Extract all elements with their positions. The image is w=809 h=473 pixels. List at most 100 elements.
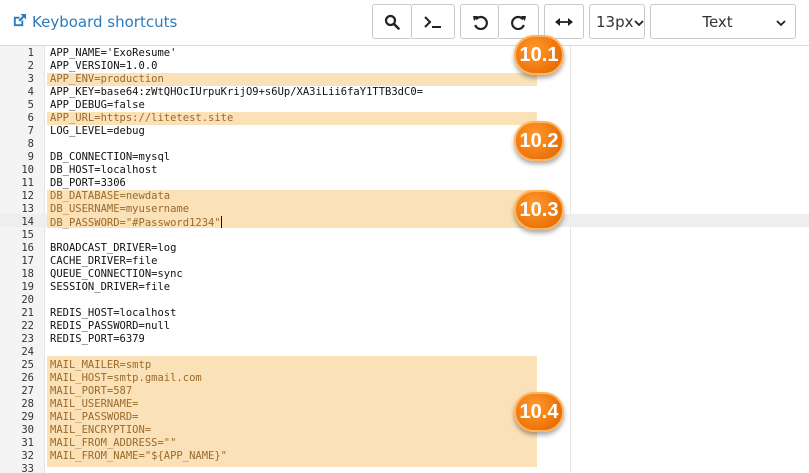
line-text: REDIS_PASSWORD=null bbox=[50, 320, 171, 332]
line-text: BROADCAST_DRIVER=log bbox=[50, 242, 177, 254]
line-text: APP_KEY=base64:zWtQHOcIUrpuKrijO9+s6Up/X… bbox=[50, 86, 423, 98]
code-line[interactable]: 28 MAIL_USERNAME= bbox=[0, 398, 560, 411]
keyboard-shortcuts-label: Keyboard shortcuts bbox=[32, 13, 178, 31]
code-line[interactable]: 1 APP_NAME='ExoResume' bbox=[0, 47, 560, 60]
undo-icon bbox=[472, 14, 488, 30]
undo-button[interactable] bbox=[460, 4, 499, 39]
wrap-icon bbox=[555, 16, 573, 28]
line-text: APP_DEBUG=false bbox=[50, 99, 145, 111]
line-text: DB_DATABASE=newdata bbox=[50, 190, 171, 202]
line-text: MAIL_PASSWORD= bbox=[50, 411, 139, 423]
line-text: APP_ENV=production bbox=[50, 73, 164, 85]
code-line[interactable]: 25 MAIL_MAILER=smtp bbox=[0, 359, 560, 372]
terminal-button[interactable] bbox=[412, 4, 455, 39]
wrap-toggle-button[interactable] bbox=[544, 4, 584, 39]
code-line[interactable]: 9 DB_CONNECTION=mysql bbox=[0, 151, 560, 164]
code-line[interactable]: 18 QUEUE_CONNECTION=sync bbox=[0, 268, 560, 281]
keyboard-shortcuts-link[interactable]: Keyboard shortcuts bbox=[12, 12, 177, 32]
code-line[interactable]: 7 LOG_LEVEL=debug bbox=[0, 125, 560, 138]
line-number: 11 bbox=[21, 177, 34, 189]
line-number: 5 bbox=[27, 99, 34, 111]
line-text: DB_HOST=localhost bbox=[50, 164, 158, 176]
code-line[interactable]: 20 bbox=[0, 294, 560, 307]
search-button[interactable] bbox=[372, 4, 412, 39]
redo-button[interactable] bbox=[499, 4, 539, 39]
line-number: 23 bbox=[21, 333, 34, 345]
line-number: 25 bbox=[21, 359, 34, 371]
line-number: 8 bbox=[27, 138, 34, 150]
code-line[interactable]: 23 REDIS_PORT=6379 bbox=[0, 333, 560, 346]
code-line[interactable]: 32 MAIL_FROM_NAME="${APP_NAME}" bbox=[0, 450, 560, 463]
code-line[interactable]: 24 bbox=[0, 346, 560, 359]
line-text: LOG_LEVEL=debug bbox=[50, 125, 145, 137]
line-number: 2 bbox=[27, 60, 34, 72]
code-line[interactable]: 33 bbox=[0, 463, 560, 473]
code-line[interactable]: 3 APP_ENV=production bbox=[0, 73, 560, 86]
font-size-value: 13px bbox=[596, 12, 634, 31]
line-number: 26 bbox=[21, 372, 34, 384]
line-number: 29 bbox=[21, 411, 34, 423]
code-line[interactable]: 26 MAIL_HOST=smtp.gmail.com bbox=[0, 372, 560, 385]
code-line[interactable]: 12 DB_DATABASE=newdata bbox=[0, 190, 560, 203]
mode-select[interactable]: Text bbox=[650, 4, 796, 39]
code-line[interactable]: 29 MAIL_PASSWORD= bbox=[0, 411, 560, 424]
badge-10-3: 10.3 bbox=[514, 190, 564, 230]
line-text: APP_URL=https://litetest.site bbox=[50, 112, 234, 124]
line-text: APP_VERSION=1.0.0 bbox=[50, 60, 158, 72]
line-text: DB_PASSWORD="#Password1234" bbox=[50, 216, 222, 229]
line-number: 19 bbox=[21, 281, 34, 293]
line-text: MAIL_FROM_NAME="${APP_NAME}" bbox=[50, 450, 228, 462]
code-line[interactable]: 21 REDIS_HOST=localhost bbox=[0, 307, 560, 320]
code-line[interactable]: 14 DB_PASSWORD="#Password1234" bbox=[0, 216, 560, 229]
code-line[interactable]: 5 APP_DEBUG=false bbox=[0, 99, 560, 112]
line-number: 28 bbox=[21, 398, 34, 410]
code-line[interactable]: 6 APP_URL=https://litetest.site bbox=[0, 112, 560, 125]
code-line[interactable]: 10 DB_HOST=localhost bbox=[0, 164, 560, 177]
font-size-select[interactable]: 13px bbox=[589, 4, 645, 39]
code-line[interactable]: 30 MAIL_ENCRYPTION= bbox=[0, 424, 560, 437]
line-text: SESSION_DRIVER=file bbox=[50, 281, 171, 293]
external-link-icon bbox=[12, 13, 32, 32]
code-editor[interactable]: 1 APP_NAME='ExoResume' 2 APP_VERSION=1.0.0 3… bbox=[0, 35, 809, 473]
badge-10-2: 10.2 bbox=[514, 121, 564, 161]
line-number: 16 bbox=[21, 242, 34, 254]
line-number: 14 bbox=[21, 216, 34, 228]
line-number: 17 bbox=[21, 255, 34, 267]
chevron-down-icon bbox=[633, 13, 644, 31]
text-cursor bbox=[220, 216, 222, 228]
line-text: APP_NAME='ExoResume' bbox=[50, 47, 177, 59]
code-line[interactable]: 15 bbox=[0, 229, 560, 242]
code-line[interactable]: 31 MAIL_FROM_ADDRESS="" bbox=[0, 437, 560, 450]
line-number: 6 bbox=[27, 112, 34, 124]
code-line[interactable]: 2 APP_VERSION=1.0.0 bbox=[0, 60, 560, 73]
line-text: MAIL_FROM_ADDRESS="" bbox=[50, 437, 177, 449]
line-number: 12 bbox=[21, 190, 34, 202]
code-line[interactable]: 22 REDIS_PASSWORD=null bbox=[0, 320, 560, 333]
line-number: 22 bbox=[21, 320, 34, 332]
line-text: REDIS_HOST=localhost bbox=[50, 307, 177, 319]
line-number: 20 bbox=[21, 294, 34, 306]
terminal-icon bbox=[423, 14, 443, 30]
code-line[interactable]: 8 bbox=[0, 138, 560, 151]
code-line[interactable]: 13 DB_USERNAME=myusername bbox=[0, 203, 560, 216]
badge-10-4: 10.4 bbox=[514, 392, 564, 432]
mode-value: Text bbox=[702, 12, 733, 31]
line-text: DB_PORT=3306 bbox=[50, 177, 126, 189]
line-number: 1 bbox=[27, 47, 34, 59]
line-text: MAIL_PORT=587 bbox=[50, 385, 133, 397]
code-line[interactable]: 19 SESSION_DRIVER=file bbox=[0, 281, 560, 294]
code-line[interactable]: 17 CACHE_DRIVER=file bbox=[0, 255, 560, 268]
line-number: 30 bbox=[21, 424, 34, 436]
editor-toolbar: Keyboard shortcuts 13px Text bbox=[0, 0, 809, 45]
code-line[interactable]: 11 DB_PORT=3306 bbox=[0, 177, 560, 190]
code-line[interactable]: 27 MAIL_PORT=587 bbox=[0, 385, 560, 398]
code-line[interactable]: 4 APP_KEY=base64:zWtQHOcIUrpuKrijO9+s6Up/… bbox=[0, 86, 560, 99]
redo-icon bbox=[510, 14, 527, 30]
line-number: 31 bbox=[21, 437, 34, 449]
line-number: 4 bbox=[27, 86, 34, 98]
line-text: DB_USERNAME=myusername bbox=[50, 203, 190, 215]
line-number: 9 bbox=[27, 151, 34, 163]
line-number: 18 bbox=[21, 268, 34, 280]
line-number: 27 bbox=[21, 385, 34, 397]
code-line[interactable]: 16 BROADCAST_DRIVER=log bbox=[0, 242, 560, 255]
